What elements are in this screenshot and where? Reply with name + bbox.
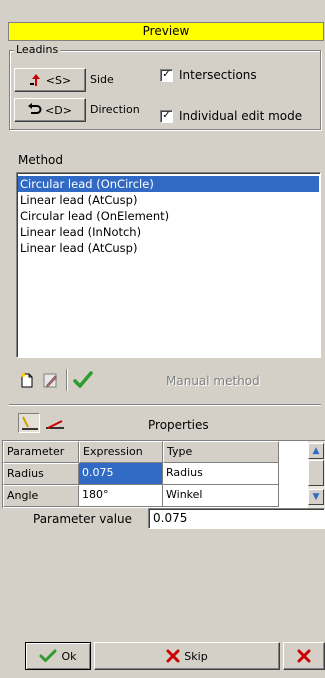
table-row[interactable]: Radius 0.075 Radius (3, 463, 308, 485)
individual-edit-checkbox-row[interactable]: ✓ Individual edit mode (160, 109, 302, 123)
expression-cell[interactable]: 0.075 (79, 463, 163, 485)
intersections-checkbox[interactable]: ✓ (160, 68, 173, 82)
method-item-1[interactable]: Linear lead (AtCusp) (18, 192, 319, 208)
intersections-label: Intersections (179, 68, 257, 82)
side-button-label: <S> (45, 73, 72, 87)
method-item-0[interactable]: Circular lead (OnCircle) (18, 176, 319, 192)
table-row[interactable]: Angle 180° Winkel (3, 485, 308, 507)
intersections-checkbox-row[interactable]: ✓ Intersections (160, 68, 257, 82)
skip-button-label: Skip (184, 649, 208, 663)
side-arrows-icon (29, 73, 43, 87)
parameter-value-label: Parameter value (33, 512, 133, 526)
side-button[interactable]: <S> (14, 68, 86, 92)
method-item-2[interactable]: Circular lead (OnElement) (18, 208, 319, 224)
individual-edit-checkbox[interactable]: ✓ (160, 109, 173, 123)
skip-button[interactable]: Skip (94, 642, 280, 670)
scroll-up-icon[interactable]: ▲ (308, 443, 324, 459)
parameter-value-field[interactable]: 0.075 (148, 508, 325, 529)
expression-cell[interactable]: 180° (79, 485, 163, 507)
direction-button[interactable]: <D> (14, 98, 86, 122)
rotate-back-icon (28, 103, 42, 117)
scroll-thumb[interactable] (308, 460, 324, 486)
edit-document-icon[interactable] (41, 371, 59, 389)
grid-header-row: Parameter Expression Type (3, 441, 308, 463)
properties-divider (9, 404, 321, 406)
direction-button-label: <D> (45, 103, 72, 117)
properties-grid[interactable]: Parameter Expression Type Radius 0.075 R… (2, 440, 308, 508)
new-document-icon[interactable] (18, 371, 36, 389)
type-cell[interactable]: Radius (163, 463, 279, 485)
type-cell[interactable]: Winkel (163, 485, 279, 507)
toolbar-separator (66, 369, 68, 391)
lead-line-icon[interactable] (18, 413, 40, 433)
column-header-parameter[interactable]: Parameter (3, 441, 79, 463)
manual-method-label: Manual method (166, 374, 260, 388)
apply-checkmark-icon[interactable] (72, 369, 94, 391)
method-list[interactable]: Circular lead (OnCircle) Linear lead (At… (16, 172, 321, 358)
method-item-4[interactable]: Linear lead (AtCusp) (18, 240, 319, 256)
preview-title-bar: Preview (8, 22, 324, 41)
ok-button-label: Ok (61, 649, 77, 663)
ok-button[interactable]: Ok (25, 642, 91, 670)
column-header-type[interactable]: Type (163, 441, 279, 463)
leadins-group-label: Leadins (14, 43, 61, 56)
method-label: Method (18, 153, 64, 167)
ok-checkmark-icon (39, 649, 57, 663)
scroll-down-icon[interactable]: ▼ (308, 489, 324, 505)
parameter-cell[interactable]: Angle (3, 485, 79, 507)
cancel-button[interactable] (283, 642, 325, 670)
properties-title: Properties (148, 418, 209, 432)
side-label: Side (90, 73, 114, 86)
individual-edit-label: Individual edit mode (179, 109, 303, 123)
column-header-expression[interactable]: Expression (79, 441, 163, 463)
direction-label: Direction (90, 103, 140, 116)
skip-x-icon (166, 649, 180, 663)
parameter-cell[interactable]: Radius (3, 463, 79, 485)
cancel-x-icon (297, 649, 311, 663)
grid-scrollbar[interactable]: ▲ ▼ (308, 440, 325, 508)
lead-angle-icon[interactable] (44, 413, 66, 433)
method-item-3[interactable]: Linear lead (InNotch) (18, 224, 319, 240)
